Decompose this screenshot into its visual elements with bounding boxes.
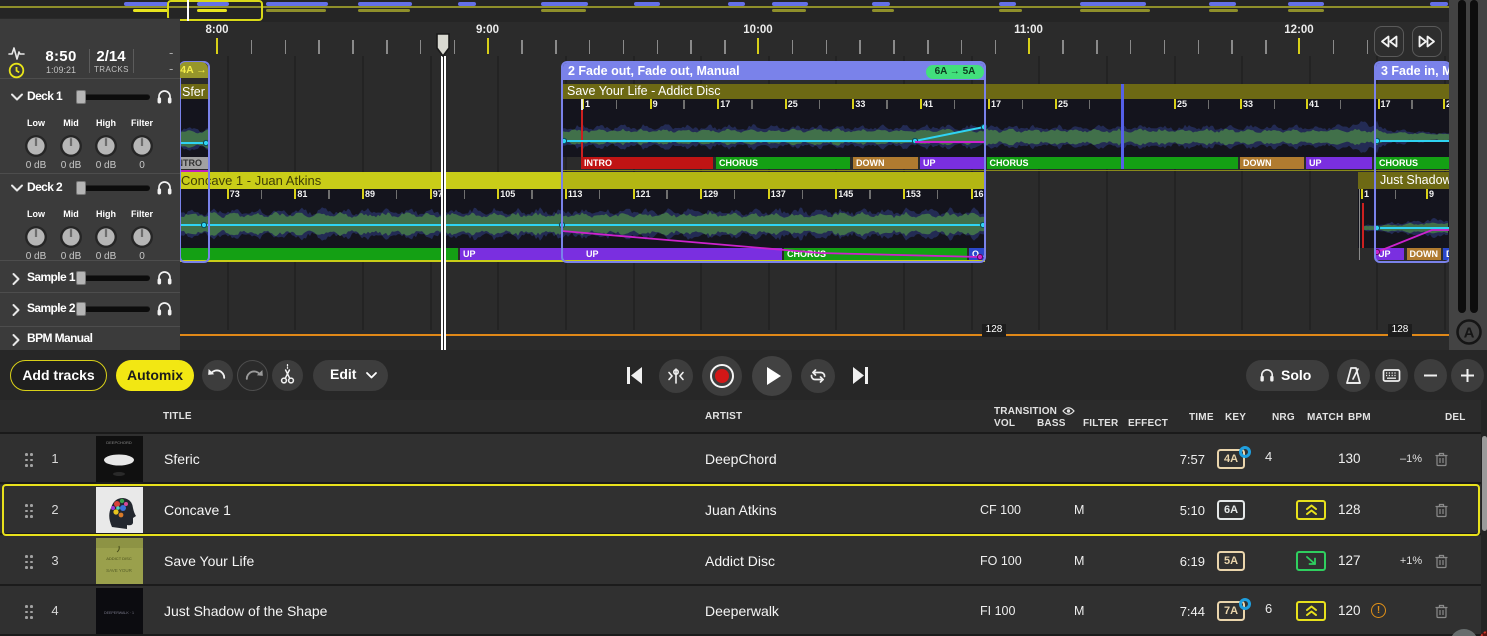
svg-text:SAVE YOUR: SAVE YOUR [106,568,133,573]
svg-text:ADDICT DISC: ADDICT DISC [106,556,132,561]
svg-text:DEEPERWALK · 1: DEEPERWALK · 1 [104,611,134,615]
svg-text:DEEPCHORD: DEEPCHORD [106,440,132,445]
svg-text:A: A [1464,325,1475,342]
